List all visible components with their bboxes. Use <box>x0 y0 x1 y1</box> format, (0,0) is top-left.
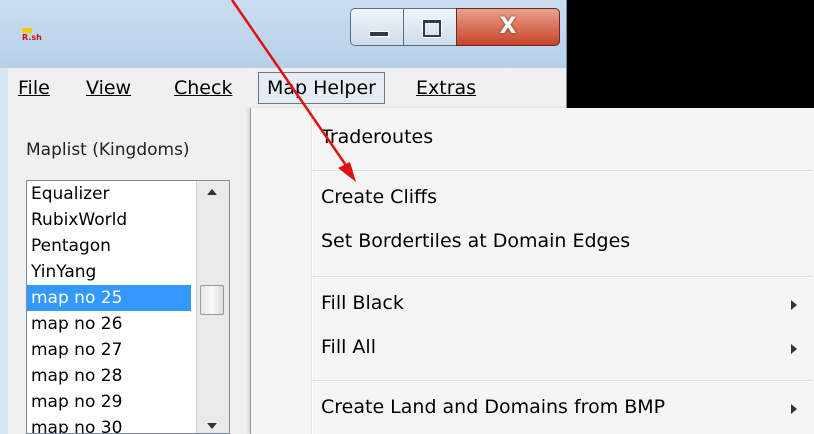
menu-map-helper[interactable]: Map Helper <box>258 72 385 104</box>
scroll-up-icon[interactable] <box>207 189 217 195</box>
menu-check-label: Check <box>174 77 233 99</box>
title-bar: R.sh X <box>0 0 566 68</box>
menu-item-fill-all[interactable]: Fill All <box>321 336 376 358</box>
menu-extras-label: Extras <box>416 77 477 99</box>
menu-extras[interactable]: Extras <box>408 74 484 102</box>
submenu-arrow-icon <box>791 404 797 414</box>
list-item-selected[interactable]: map no 25 <box>27 285 191 311</box>
submenu-arrow-icon <box>791 300 797 310</box>
menu-view-label: View <box>86 77 132 99</box>
menu-separator <box>313 380 813 382</box>
menu-item-fill-black[interactable]: Fill Black <box>321 292 404 314</box>
minimize-button[interactable] <box>350 8 404 46</box>
close-icon: X <box>499 14 517 39</box>
background-black-area <box>566 0 814 108</box>
maplist-scrollbar[interactable] <box>196 181 229 433</box>
scroll-down-icon[interactable] <box>207 423 217 429</box>
maplist-listbox[interactable]: Equalizer RubixWorld Pentagon YinYang ma… <box>26 180 230 434</box>
maplist-panel: Maplist (Kingdoms) Equalizer RubixWorld … <box>8 108 250 434</box>
minimize-icon <box>369 31 389 37</box>
submenu-arrow-icon <box>791 344 797 354</box>
maplist-label: Maplist (Kingdoms) <box>26 140 190 160</box>
maximize-button[interactable] <box>403 8 457 46</box>
menu-item-create-cliffs[interactable]: Create Cliffs <box>321 186 437 208</box>
menu-separator <box>313 170 813 172</box>
scroll-thumb[interactable] <box>200 285 224 315</box>
menu-gutter <box>311 108 313 434</box>
maximize-icon <box>423 20 441 37</box>
app-icon: R.sh <box>22 28 42 42</box>
menu-bar: File View Check Map Helper Extras <box>8 68 566 109</box>
map-helper-dropdown: Traderoutes Create Cliffs Set Bordertile… <box>250 108 814 434</box>
menu-view[interactable]: View <box>78 74 139 102</box>
menu-check[interactable]: Check <box>166 74 240 102</box>
menu-separator <box>313 276 813 278</box>
close-button[interactable]: X <box>456 8 560 46</box>
menu-file[interactable]: File <box>10 74 58 102</box>
menu-map-helper-label: Map Helper <box>267 77 376 99</box>
menu-file-label: File <box>18 77 50 99</box>
menu-item-traderoutes[interactable]: Traderoutes <box>321 126 433 148</box>
menu-item-set-bordertiles[interactable]: Set Bordertiles at Domain Edges <box>321 230 630 252</box>
menu-item-create-land-domains-bmp[interactable]: Create Land and Domains from BMP <box>321 396 665 418</box>
